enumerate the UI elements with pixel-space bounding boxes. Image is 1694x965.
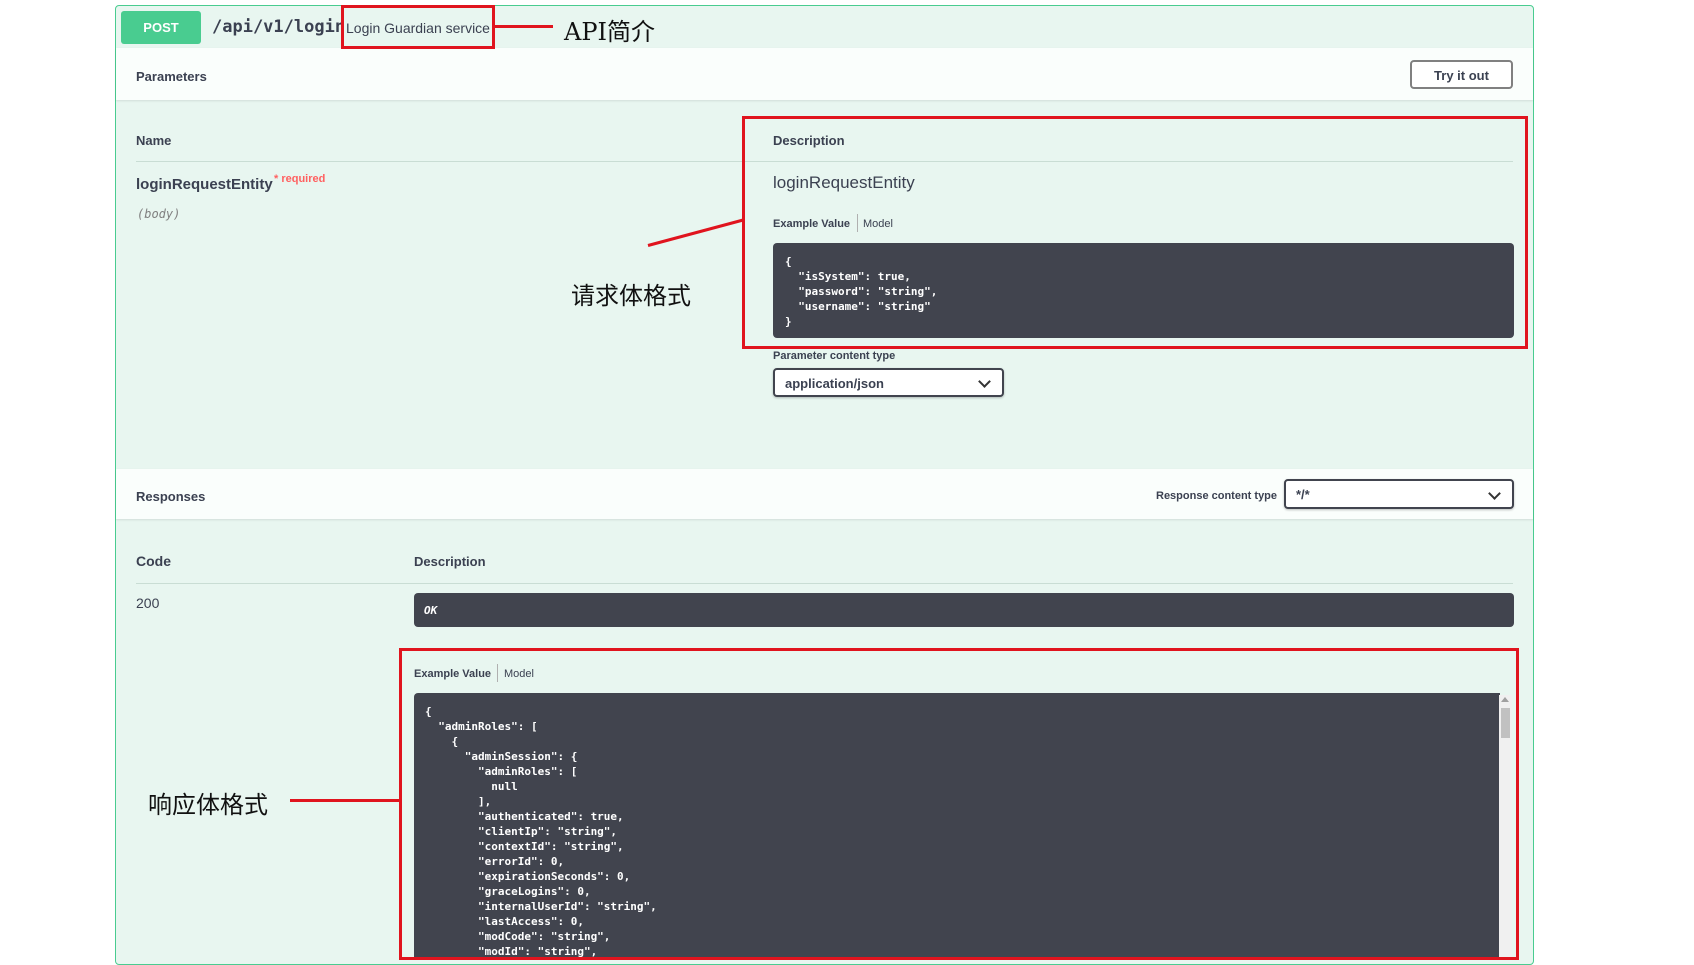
param-content-type-select[interactable]: application/json	[773, 368, 1004, 397]
annotation-box-api-intro	[341, 5, 495, 49]
endpoint-path[interactable]: /api/v1/login	[212, 17, 345, 37]
response-content-type-value: */*	[1296, 487, 1310, 502]
response-code: 200	[136, 595, 160, 611]
annotation-line-response	[290, 799, 400, 802]
chevron-down-icon	[1488, 487, 1501, 500]
response-header-divider	[136, 583, 1513, 584]
col-name-header: Name	[136, 133, 172, 148]
annotation-box-response	[399, 648, 1519, 960]
responses-title: Responses	[136, 489, 206, 504]
try-it-out-button[interactable]: Try it out	[1410, 60, 1513, 89]
param-name: loginRequestEntity	[136, 176, 273, 193]
param-content-type-label: Parameter content type	[773, 350, 896, 362]
annotation-api-intro: API简介	[564, 18, 655, 46]
annotation-request-format: 请求体格式	[571, 282, 691, 310]
param-location: (body)	[137, 207, 181, 221]
chevron-down-icon	[978, 375, 991, 388]
parameters-title: Parameters	[136, 69, 207, 84]
required-label: * required	[274, 173, 326, 185]
annotation-box-request	[742, 116, 1528, 349]
response-content-type-label: Response content type	[1156, 490, 1278, 502]
annotation-response-format: 响应体格式	[148, 791, 268, 819]
response-description: OK	[414, 593, 1514, 627]
response-content-type-select[interactable]: */*	[1284, 479, 1514, 509]
param-content-type-value: application/json	[785, 376, 884, 391]
col-response-description-header: Description	[414, 554, 486, 569]
parameters-header	[116, 48, 1533, 100]
annotation-line-api-intro	[495, 25, 553, 28]
method-badge[interactable]: POST	[121, 11, 201, 44]
col-code-header: Code	[136, 553, 171, 569]
